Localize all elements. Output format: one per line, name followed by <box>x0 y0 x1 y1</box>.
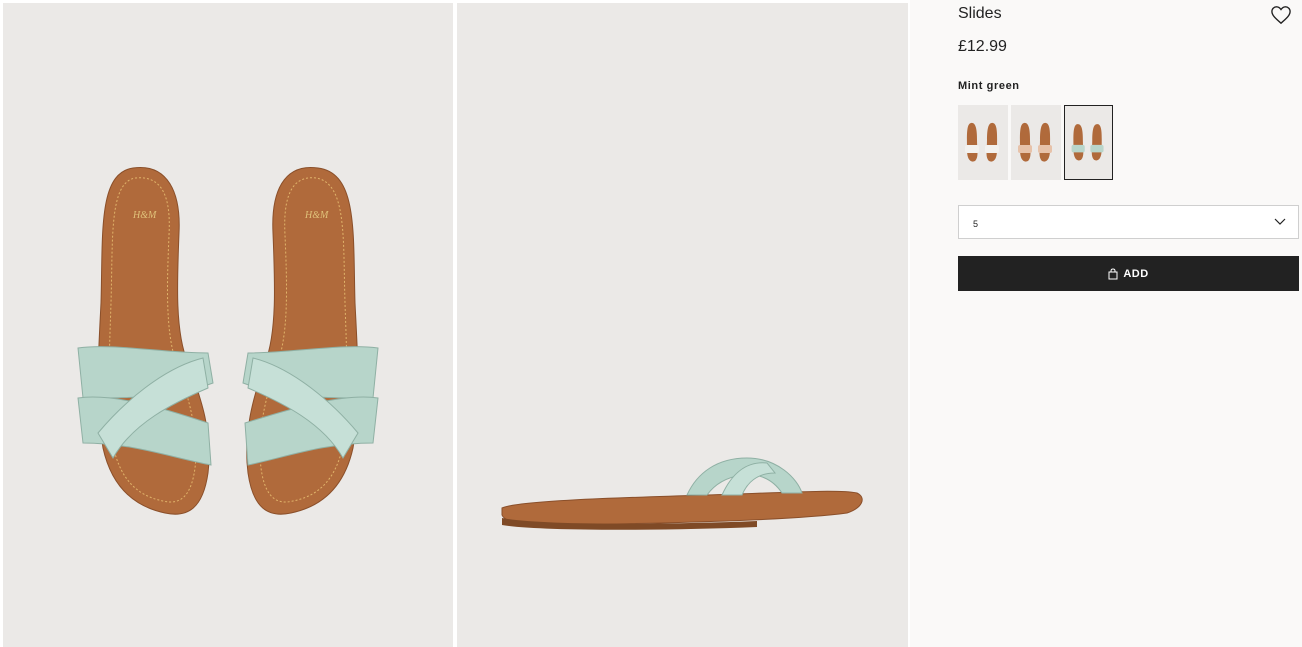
heart-outline-icon[interactable] <box>1270 5 1292 25</box>
sandals-top-view-illustration: H&M H&M <box>77 166 379 515</box>
left-sandal: H&M <box>77 166 214 515</box>
color-swatches <box>958 105 1113 180</box>
svg-text:H&M: H&M <box>132 210 157 221</box>
product-title: Slides <box>958 5 1002 22</box>
swatch-white-thumbnail <box>965 122 999 162</box>
selected-color-name: Mint green <box>958 80 1020 92</box>
add-to-bag-button[interactable]: ADD <box>958 256 1299 291</box>
swatch-white[interactable] <box>958 105 1008 180</box>
swatch-light-beige[interactable] <box>1011 105 1061 180</box>
add-button-label: ADD <box>1123 267 1149 280</box>
swatch-mint-green-thumbnail <box>1071 124 1104 161</box>
svg-text:H&M: H&M <box>304 210 329 221</box>
sandal-side-view-illustration <box>501 457 863 530</box>
right-sandal: H&M <box>242 166 379 515</box>
product-image-side-view[interactable] <box>457 3 908 647</box>
size-select[interactable]: 5 <box>958 205 1299 239</box>
bag-icon <box>1108 267 1118 279</box>
chevron-down-icon <box>1274 218 1286 225</box>
product-price: £12.99 <box>958 38 1007 55</box>
swatch-light-beige-thumbnail <box>1018 122 1052 162</box>
product-image-top-view[interactable]: H&M H&M <box>3 3 453 647</box>
swatch-mint-green[interactable] <box>1064 105 1113 180</box>
product-gallery: H&M H&M <box>0 0 910 647</box>
size-select-value: 5 <box>973 219 979 229</box>
